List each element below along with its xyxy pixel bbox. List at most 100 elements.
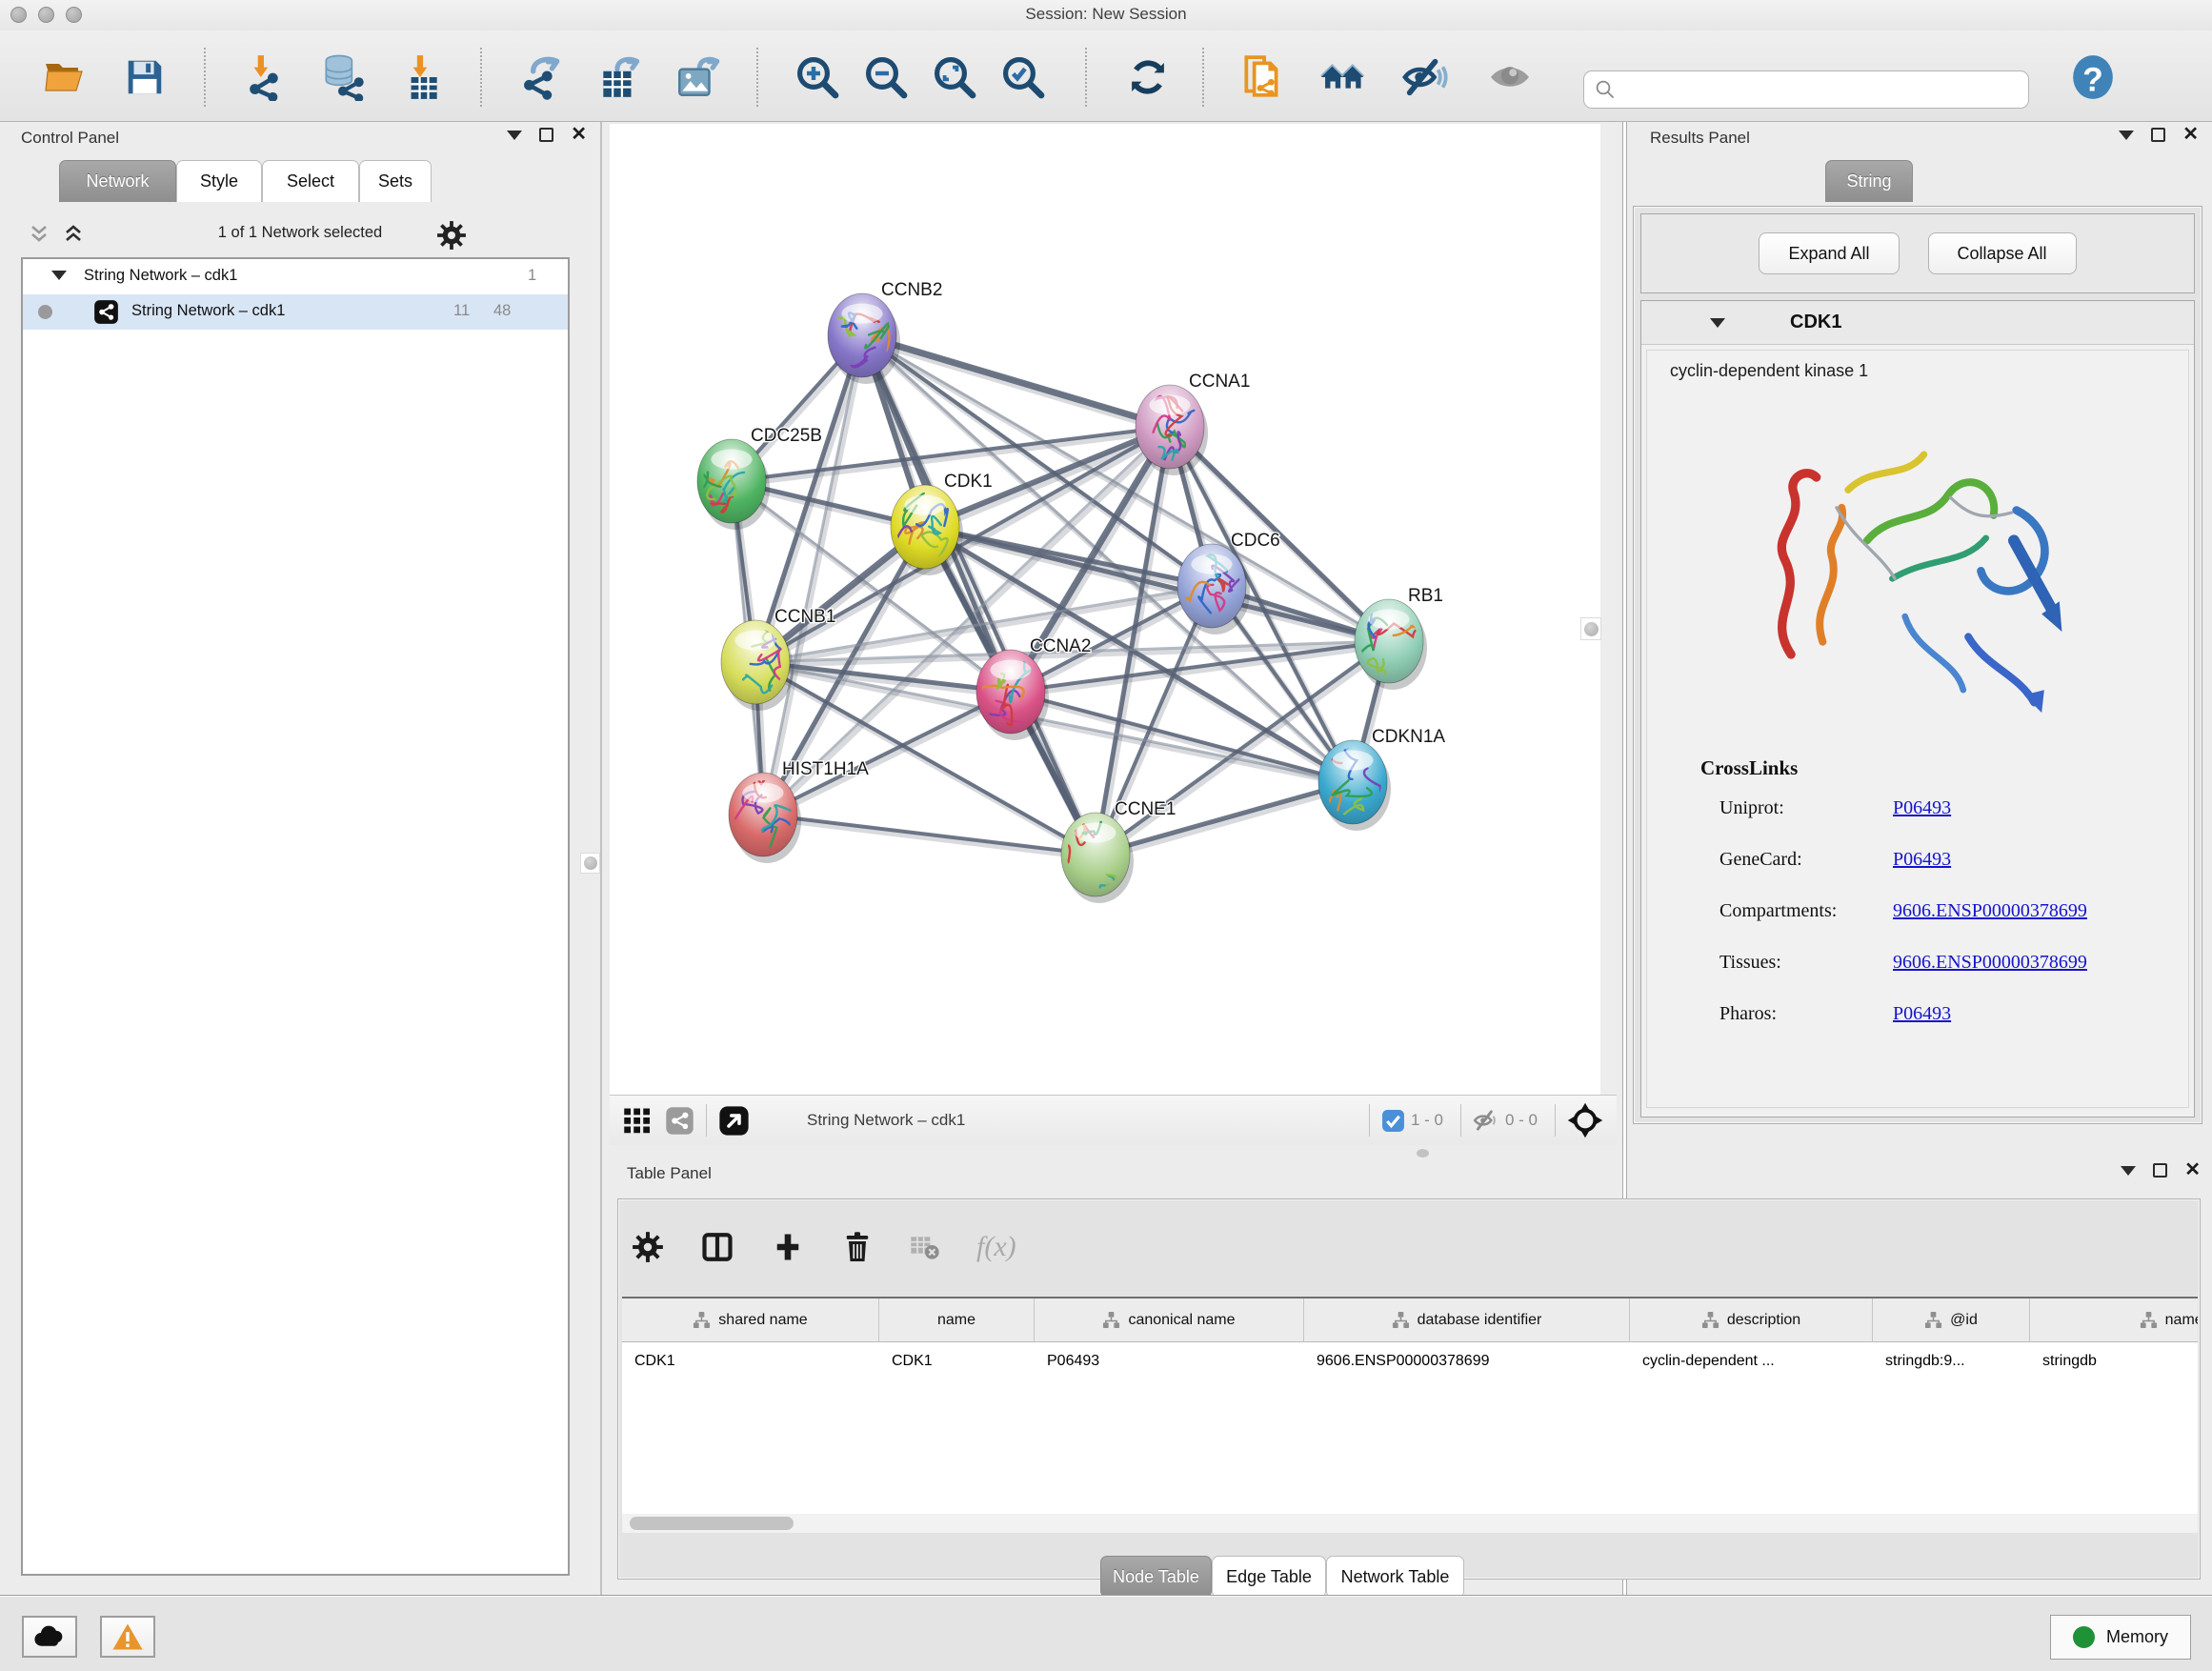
edge-CCNB2-RB1[interactable] [862, 335, 1389, 641]
edge-CCNB2-CCNE1[interactable] [862, 335, 1096, 855]
table-cell: 9606.ENSP00000378699 [1304, 1342, 1630, 1380]
panel-menu-icon[interactable] [2121, 1166, 2136, 1176]
export-network-button[interactable] [517, 53, 565, 101]
float-panel-icon[interactable] [2153, 1163, 2167, 1178]
network-collection-row[interactable]: String Network – cdk1 1 [23, 259, 568, 294]
gear-icon[interactable] [632, 1231, 664, 1263]
tab-network[interactable]: Network [59, 160, 176, 202]
gear-icon[interactable] [436, 220, 467, 251]
column-header-description[interactable]: description [1630, 1299, 1873, 1341]
table-header-row: shared namenamecanonical namedatabase id… [622, 1299, 2198, 1342]
tab-sets[interactable]: Sets [359, 160, 432, 202]
import-network-file-button[interactable] [241, 53, 289, 101]
entry-header[interactable]: CDK1 [1641, 301, 2194, 345]
show-all-button[interactable] [1486, 53, 1534, 101]
crosslink-row: Uniprot:P06493 [1700, 782, 2188, 834]
tab-string[interactable]: String [1825, 160, 1913, 202]
float-panel-icon[interactable] [2151, 128, 2165, 142]
import-network-database-button[interactable] [319, 53, 367, 101]
refresh-button[interactable] [1124, 53, 1172, 101]
edge-HIST1H1A-CCNE1[interactable] [763, 815, 1096, 855]
show-columns-icon[interactable] [700, 1230, 734, 1264]
column-header-namespace[interactable]: namespace [2030, 1299, 2198, 1341]
left-splitter-grip[interactable] [580, 853, 600, 874]
network-row[interactable]: String Network – cdk1 11 48 [23, 294, 568, 330]
network-badge-icon[interactable] [665, 1106, 694, 1136]
crosslink-link[interactable]: P06493 [1893, 849, 1951, 871]
selected-checkbox-icon[interactable] [1381, 1109, 1405, 1133]
table-row[interactable]: CDK1CDK1P064939606.ENSP00000378699cyclin… [622, 1342, 2198, 1380]
open-session-button[interactable] [41, 53, 89, 101]
search-input[interactable] [1617, 74, 2028, 105]
add-column-icon[interactable] [771, 1230, 805, 1264]
export-table-button[interactable] [595, 53, 643, 101]
column-header-@id[interactable]: @id [1873, 1299, 2030, 1341]
left-splitter[interactable] [600, 122, 602, 1595]
network-canvas[interactable]: CCNB2CCNA1CDC25BCDK1CDC6RB1CCNB1CCNA2CDK… [610, 124, 1617, 1095]
column-header-shared-name[interactable]: shared name [622, 1299, 879, 1341]
crosslinks-list: Uniprot:P06493GeneCard:P06493Compartment… [1647, 782, 2188, 1039]
tab-edge-table[interactable]: Edge Table [1212, 1556, 1326, 1598]
float-panel-icon[interactable] [539, 128, 553, 142]
zoom-out-button[interactable] [862, 53, 910, 101]
crosslink-link[interactable]: P06493 [1893, 1003, 1951, 1025]
control-panel-header: Control Panel ✕ [0, 122, 600, 156]
entry-collapse-icon[interactable] [1710, 318, 1725, 328]
export-image-button[interactable] [674, 53, 721, 101]
cloud-status-button[interactable] [22, 1616, 77, 1658]
network-graph[interactable]: CCNB2CCNA1CDC25BCDK1CDC6RB1CCNB1CCNA2CDK… [610, 124, 1617, 1095]
table-horizontal-scrollbar[interactable] [622, 1514, 2198, 1533]
panel-menu-icon[interactable] [507, 131, 522, 140]
column-header-database-identifier[interactable]: database identifier [1304, 1299, 1630, 1341]
node-CCNB2[interactable] [828, 293, 896, 377]
warnings-button[interactable] [100, 1616, 155, 1658]
open-in-window-icon[interactable] [718, 1105, 750, 1137]
collapse-all-button[interactable]: Collapse All [1928, 232, 2077, 274]
close-panel-icon[interactable]: ✕ [2182, 128, 2199, 142]
column-type-icon [2140, 1311, 2158, 1329]
close-panel-icon[interactable]: ✕ [2184, 1163, 2201, 1178]
birdseye-grid-icon[interactable] [623, 1106, 652, 1135]
import-table-file-button[interactable] [397, 53, 445, 101]
delete-table-icon[interactable] [910, 1233, 940, 1261]
column-header-canonical-name[interactable]: canonical name [1035, 1299, 1304, 1341]
tab-style[interactable]: Style [176, 160, 262, 202]
scrollbar-thumb[interactable] [630, 1517, 794, 1530]
results-buttons-row: Expand All Collapse All [1640, 213, 2195, 293]
network-collection-label: String Network – cdk1 [84, 267, 237, 285]
save-session-button[interactable] [121, 53, 169, 101]
zoom-fit-button[interactable] [931, 53, 978, 101]
zoom-selected-button[interactable] [999, 53, 1047, 101]
node-CDK1[interactable] [865, 485, 959, 569]
tab-node-table[interactable]: Node Table [1100, 1556, 1212, 1598]
eye-icon [1487, 56, 1533, 98]
delete-trash-icon[interactable] [841, 1230, 874, 1264]
zoom-fit-icon [932, 54, 977, 100]
crosshair-icon[interactable] [1567, 1102, 1603, 1138]
close-panel-icon[interactable]: ✕ [571, 128, 587, 142]
horizontal-splitter-grip[interactable] [1417, 1149, 1429, 1158]
zoom-in-button[interactable] [794, 53, 841, 101]
crosslink-link[interactable]: 9606.ENSP00000378699 [1893, 900, 2087, 922]
crosslink-link[interactable]: P06493 [1893, 797, 1951, 819]
main-toolbar: ? [0, 30, 2212, 122]
function-builder-icon[interactable]: f(x) [976, 1231, 1016, 1263]
new-network-from-selection-button[interactable] [1238, 53, 1286, 101]
memory-button[interactable]: Memory [2050, 1615, 2191, 1660]
right-splitter-grip[interactable] [1580, 617, 1601, 640]
help-button[interactable]: ? [2069, 53, 2117, 101]
tab-network-table[interactable]: Network Table [1326, 1556, 1464, 1598]
toolbar-separator [1085, 48, 1087, 107]
node-CDC25B[interactable] [697, 439, 767, 523]
expand-all-button[interactable]: Expand All [1759, 232, 1899, 274]
column-header-name[interactable]: name [879, 1299, 1035, 1341]
panel-menu-icon[interactable] [2119, 131, 2134, 140]
hidden-eye-icon[interactable] [1473, 1108, 1499, 1133]
tab-select[interactable]: Select [262, 160, 359, 202]
crosslink-link[interactable]: 9606.ENSP00000378699 [1893, 952, 2087, 974]
hide-selected-button[interactable] [1401, 53, 1449, 101]
crosslink-row: Tissues:9606.ENSP00000378699 [1700, 936, 2188, 988]
crosslink-row: Pharos:P06493 [1700, 988, 2188, 1039]
first-neighbors-button[interactable] [1319, 53, 1367, 101]
tree-expand-icon[interactable] [51, 271, 67, 280]
